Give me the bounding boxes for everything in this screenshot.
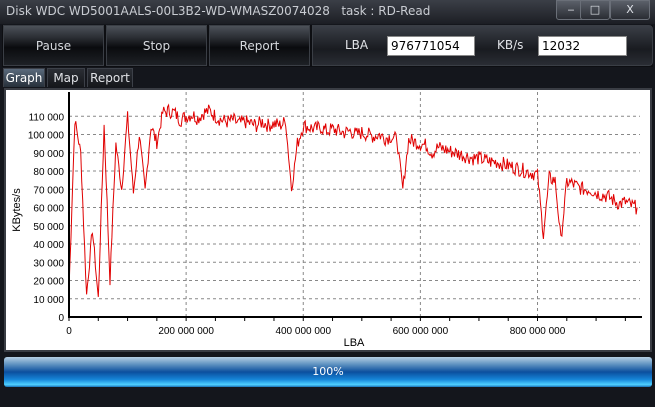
x-tick-label: 800 000 000	[510, 326, 566, 337]
window-title: Disk WDC WD5001AALS-00L3B2-WD-WMASZ00740…	[6, 4, 431, 18]
speed-chart-panel: 0 10 000 20 000 30 000 40 000 50 000 60 000 70 …	[4, 88, 652, 352]
y-tick-label: 50 000	[33, 222, 64, 233]
x-tick-label: 600 000 000	[393, 326, 449, 337]
lba-field[interactable]: 976771054	[387, 36, 475, 56]
y-tick-label: 60 000	[33, 204, 64, 215]
y-axis-label: KBytes/s	[11, 188, 23, 232]
tab-report[interactable]: Report	[87, 68, 133, 87]
kbs-label: KB/s	[497, 38, 524, 52]
x-tick-label: 400 000 000	[275, 326, 331, 337]
speed-chart: 0 10 000 20 000 30 000 40 000 50 000 60 000 70 …	[11, 92, 642, 349]
y-tick-label: 10 000	[33, 295, 64, 306]
kbs-field[interactable]: 12032	[538, 36, 627, 56]
x-tick-label: 0	[66, 326, 72, 337]
x-tick-label: 200 000 000	[158, 326, 214, 337]
report-button[interactable]: Report	[209, 25, 310, 66]
toolbar: Pause Stop Report LBA 976771054 KB/s 120…	[2, 25, 653, 67]
progress-label: 100%	[312, 365, 344, 378]
close-button[interactable]: X	[610, 0, 650, 20]
y-tick-label: 100 000	[28, 131, 65, 142]
pause-button[interactable]: Pause	[3, 25, 104, 66]
stop-button[interactable]: Stop	[106, 25, 207, 66]
y-tick-label: 30 000	[33, 258, 64, 269]
y-tick-label: 110 000	[29, 112, 65, 123]
progress-bar: 100%	[4, 357, 652, 387]
y-tick-label: 70 000	[33, 185, 64, 196]
maximize-button[interactable]: □	[580, 0, 610, 20]
x-axis-label: LBA	[344, 337, 365, 349]
title-bar: Disk WDC WD5001AALS-00L3B2-WD-WMASZ00740…	[0, 0, 655, 24]
y-tick-label: 80 000	[33, 167, 64, 178]
stats-panel: LBA 976771054 KB/s 12032	[312, 25, 653, 66]
lba-label: LBA	[345, 38, 369, 52]
speed-series-line	[68, 103, 638, 297]
y-tick-label: 20 000	[33, 277, 64, 288]
tab-map[interactable]: Map	[47, 68, 85, 87]
tab-graph[interactable]: Graph	[3, 68, 45, 87]
y-tick-label: 90 000	[33, 149, 64, 160]
y-tick-label: 40 000	[33, 240, 64, 251]
y-tick-label: 0	[58, 313, 64, 324]
